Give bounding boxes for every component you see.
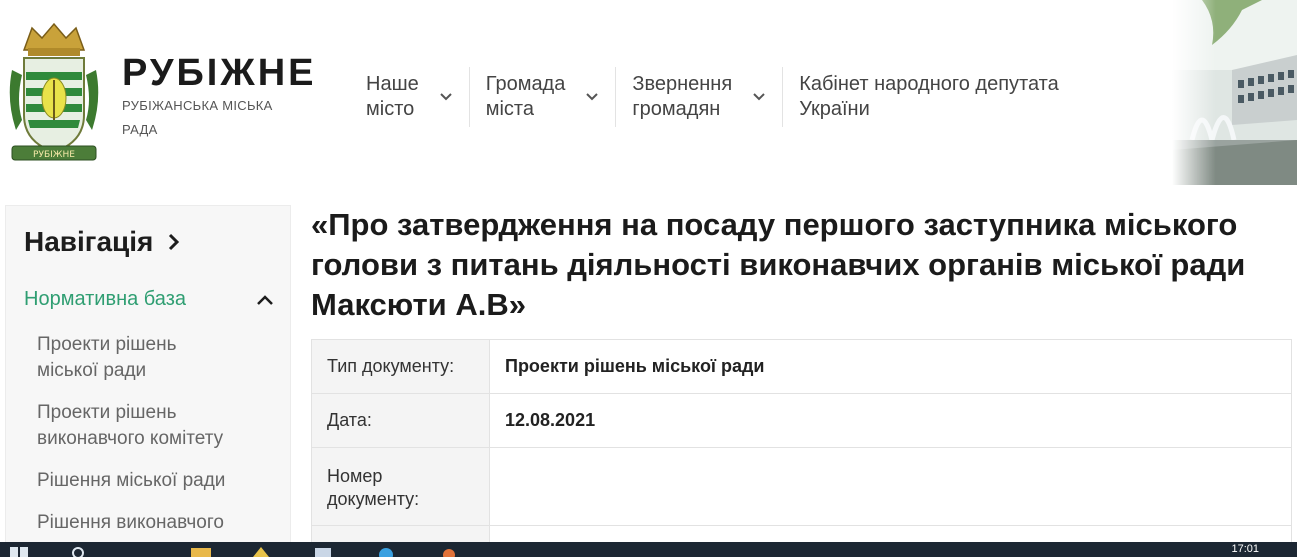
site-title[interactable]: РУБІЖНЕ	[122, 52, 317, 95]
sidebar-item-council-decisions[interactable]: Рішення міської ради	[37, 468, 277, 494]
nav-item-our-city[interactable]: Наше місто	[350, 67, 469, 127]
chevron-down-icon	[752, 90, 766, 104]
sidebar: Навігація Нормативна база Проекти рішень…	[5, 205, 291, 557]
nav-item-label: Наше місто	[366, 73, 419, 120]
table-value	[489, 447, 1292, 526]
app-icon[interactable]	[438, 545, 460, 557]
table-row: Тип документу: Проекти рішень міської ра…	[311, 339, 1292, 394]
table-row: Номер документу:	[311, 447, 1292, 526]
main-nav: Наше місто Громада міста Звернення грома…	[350, 67, 1075, 127]
table-key: Тип документу:	[311, 339, 490, 394]
sidebar-items: Проекти рішень міської ради Проекти ріше…	[37, 332, 277, 552]
svg-text:РУБІЖНЕ: РУБІЖНЕ	[33, 150, 75, 160]
sidebar-title[interactable]: Навігація	[24, 226, 181, 258]
chevron-right-icon	[169, 233, 180, 251]
chevron-down-icon	[585, 90, 599, 104]
nav-item-label: Кабінет народного депутата України	[799, 73, 1059, 120]
nav-item-deputy-cabinet[interactable]: Кабінет народного депутата України	[782, 67, 1075, 127]
folder-icon[interactable]	[190, 545, 212, 557]
nav-item-label: Звернення громадян	[632, 73, 733, 120]
app-icon[interactable]	[312, 545, 334, 557]
table-key: Дата:	[311, 393, 490, 448]
nav-item-community[interactable]: Громада міста	[468, 67, 616, 127]
app-icon[interactable]	[250, 545, 272, 557]
site-subtitle: РУБІЖАНСЬКА МІСЬКА РАДА	[122, 98, 273, 137]
chevron-up-icon	[257, 294, 273, 305]
sidebar-item-executive-drafts[interactable]: Проекти рішень виконавчого комітету	[37, 400, 277, 452]
sidebar-title-label: Навігація	[24, 226, 154, 257]
sidebar-item-executive-decisions[interactable]: Рішення виконавчого	[37, 510, 277, 536]
taskbar-clock[interactable]: 17:01	[1231, 543, 1259, 555]
table-key: Номер документу:	[311, 447, 490, 526]
nav-item-label: Громада міста	[485, 73, 566, 120]
search-icon[interactable]	[70, 545, 92, 557]
header-city-photo	[1172, 0, 1297, 185]
site-header: РУБІЖНЕ РУБІЖНЕ РУБІЖАНСЬКА МІСЬКА РАДА …	[0, 0, 1297, 185]
nav-item-appeals[interactable]: Звернення громадян	[615, 67, 782, 127]
table-row: Дата: 12.08.2021	[311, 393, 1292, 448]
sidebar-section-label: Нормативна база	[24, 288, 186, 310]
document-details-table: Тип документу: Проекти рішень міської ра…	[311, 339, 1292, 557]
city-coat-of-arms[interactable]: РУБІЖНЕ	[6, 20, 102, 170]
table-value: Проекти рішень міської ради	[489, 339, 1292, 394]
os-taskbar: 17:01	[0, 542, 1297, 557]
start-icon[interactable]	[8, 545, 30, 557]
chevron-down-icon	[439, 90, 453, 104]
sidebar-item-council-drafts[interactable]: Проекти рішень міської ради	[37, 332, 277, 384]
table-value: 12.08.2021	[489, 393, 1292, 448]
document-title: «Про затвердження на посаду першого заст…	[311, 207, 1246, 322]
browser-icon[interactable]	[375, 545, 397, 557]
sidebar-section-normative-base[interactable]: Нормативна база	[24, 288, 274, 311]
